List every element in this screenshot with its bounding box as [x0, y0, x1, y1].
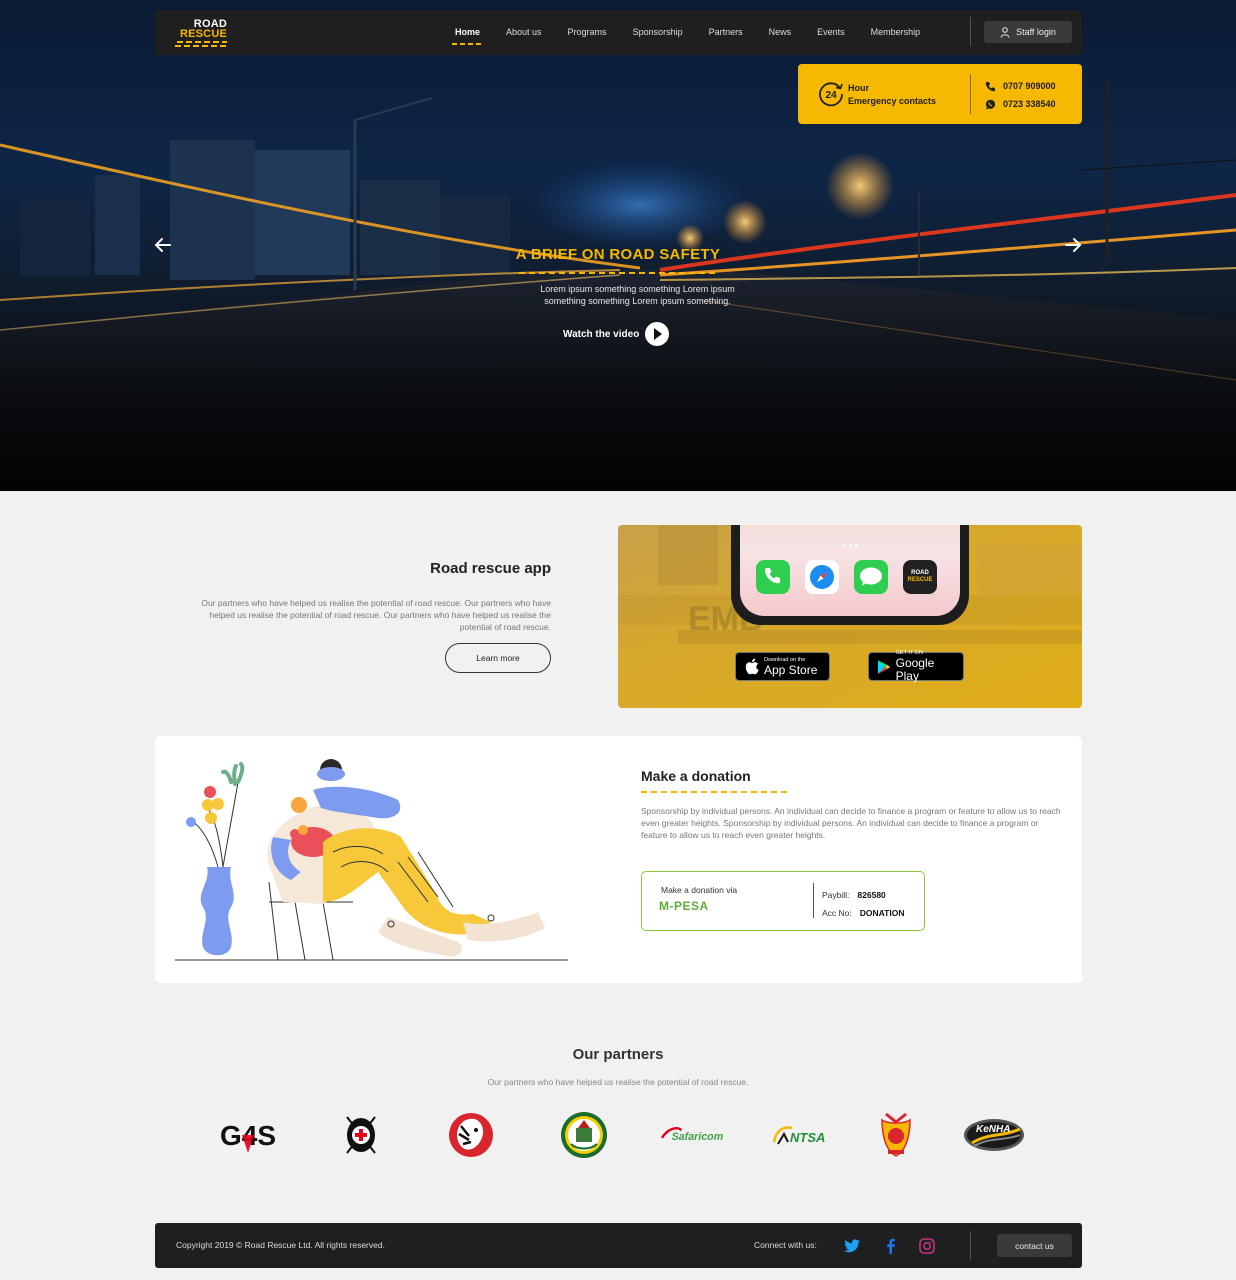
road-rescue-logo[interactable]: ROAD RESCUE	[175, 18, 235, 48]
hero-title: A BRIEF ON ROAD SAFETY	[515, 246, 721, 263]
nav-home[interactable]: Home	[451, 10, 484, 55]
phone-mockup: ROAD RESCUE	[731, 525, 969, 625]
mpesa-payment-info: Paybill: 826580 Acc No: DONATION	[822, 886, 904, 922]
twitter-icon[interactable]	[843, 1237, 861, 1255]
hero-section: ROAD RESCUE Home About us Programs Spons…	[0, 0, 1236, 491]
instagram-icon[interactable]	[918, 1237, 936, 1255]
carousel-prev-arrow-icon[interactable]	[154, 236, 172, 254]
play-icon	[645, 322, 670, 346]
partner-county-seal-logo[interactable]	[551, 1110, 617, 1160]
safari-app-icon	[805, 560, 839, 594]
whatsapp-number: 0723 338540	[1003, 99, 1056, 109]
nav-about-us[interactable]: About us	[506, 10, 542, 55]
partner-ntsa-logo[interactable]: NTSA	[767, 1110, 833, 1160]
copyright-text: Copyright 2019 © Road Rescue Ltd. All ri…	[176, 1240, 385, 1250]
staff-login-button[interactable]: Staff login	[984, 21, 1072, 43]
apple-icon	[745, 658, 759, 675]
24-hour-icon: 24	[819, 82, 843, 107]
mpesa-divider	[813, 883, 814, 918]
partners-title: Our partners	[572, 1046, 664, 1063]
app-icon-line-1: ROAD	[911, 570, 929, 576]
emergency-contacts-box: 24 Hour Emergency contacts 0707 909000 0…	[798, 64, 1082, 124]
messages-app-icon	[854, 560, 888, 594]
user-icon	[1000, 26, 1010, 38]
svg-text:NTSA: NTSA	[790, 1130, 825, 1145]
partner-g4s-logo[interactable]: G4S	[216, 1110, 282, 1160]
road-rescue-app-icon: ROAD RESCUE	[903, 560, 937, 594]
app-section-description: Our partners who have helped us realise …	[201, 598, 551, 632]
partner-kenha-logo[interactable]: KeNHA	[961, 1110, 1027, 1160]
nav-news[interactable]: News	[769, 10, 792, 55]
hero-subtitle: Lorem ipsum something something Lorem ip…	[540, 284, 735, 306]
watch-video-label: Watch the video	[563, 328, 640, 340]
partner-safaricom-logo[interactable]: Safaricom	[660, 1110, 726, 1160]
donation-title-underline	[641, 791, 789, 793]
app-store-big-label: App Store	[764, 662, 818, 677]
google-play-button[interactable]: GET IT ON Google Play	[868, 650, 964, 683]
phone-app-icon	[756, 560, 790, 594]
page-dots	[843, 544, 858, 547]
contact-us-button[interactable]: contact us	[997, 1234, 1072, 1257]
emergency-line-2: Emergency contacts	[848, 96, 937, 106]
watch-video-button[interactable]: Watch the video	[563, 322, 670, 346]
24-hour-badge: 24	[825, 90, 837, 101]
emergency-label: Hour Emergency contacts	[848, 82, 936, 108]
nav-links: Home About us Programs Sponsorship Partn…	[451, 10, 946, 55]
svg-text:KeNHA: KeNHA	[976, 1124, 1010, 1135]
nav-programs[interactable]: Programs	[568, 10, 607, 55]
carousel-next-arrow-icon[interactable]	[1064, 236, 1082, 254]
footer: Copyright 2019 © Road Rescue Ltd. All ri…	[155, 1223, 1082, 1268]
phone-icon	[985, 81, 995, 91]
logo-dash	[177, 41, 227, 43]
svg-text:Safaricom: Safaricom	[672, 1131, 724, 1143]
emergency-divider	[970, 74, 971, 114]
connect-with-us-label: Connect with us:	[754, 1240, 817, 1250]
emergency-line-1: Hour	[848, 83, 869, 93]
whatsapp-contact[interactable]: 0723 338540	[985, 95, 1056, 113]
footer-divider	[970, 1231, 971, 1260]
phone-number: 0707 909000	[1003, 81, 1056, 91]
logo-dash	[175, 45, 229, 47]
partners-description: Our partners who have helped us realise …	[487, 1077, 749, 1087]
paybill-number: 826580	[857, 890, 886, 900]
donation-card: Make a donation Sponsorship by individua…	[155, 736, 1082, 983]
app-store-button[interactable]: Download on the App Store	[735, 652, 830, 681]
phone-screen: ROAD RESCUE	[740, 525, 960, 616]
partner-lion-logo[interactable]	[438, 1110, 504, 1160]
paybill-label: Paybill:	[822, 890, 850, 900]
donation-title: Make a donation	[641, 768, 751, 784]
google-play-icon	[877, 659, 891, 674]
account-label: Acc No:	[822, 908, 852, 918]
phone-contact[interactable]: 0707 909000	[985, 77, 1056, 95]
partner-red-cross-logo[interactable]	[328, 1110, 394, 1160]
nav-membership[interactable]: Membership	[871, 10, 921, 55]
nav-events[interactable]: Events	[817, 10, 845, 55]
hero-title-underline	[519, 272, 717, 274]
app-icon-line-2: RESCUE	[907, 577, 933, 583]
mpesa-donation-box: Make a donation via M-PESA Paybill: 82658…	[641, 871, 925, 931]
whatsapp-icon	[985, 99, 996, 110]
staff-login-label: Staff login	[1016, 27, 1056, 37]
emergency-phones: 0707 909000 0723 338540	[985, 77, 1056, 113]
google-play-big-label: Google Play	[895, 656, 935, 683]
nav-partners[interactable]: Partners	[709, 10, 743, 55]
account-number: DONATION	[859, 908, 905, 918]
app-promo-card: EMB ROAD RESCUE Download on the App Stor…	[618, 525, 1082, 708]
facebook-icon[interactable]	[882, 1237, 900, 1255]
app-section-title: Road rescue app	[430, 560, 551, 577]
mpesa-logo: M-PESA	[659, 899, 709, 913]
logo-line-2: RESCUE	[179, 28, 227, 40]
donation-description: Sponsorship by individual persons. An in…	[641, 806, 1061, 840]
donation-illustration	[175, 759, 568, 961]
mpesa-via-label: Make a donation via	[661, 885, 738, 895]
learn-more-button[interactable]: Learn more	[445, 643, 551, 673]
top-navbar: ROAD RESCUE Home About us Programs Spons…	[155, 10, 1082, 55]
partner-fire-service-logo[interactable]	[863, 1110, 929, 1160]
nav-divider	[970, 17, 971, 46]
nav-sponsorship[interactable]: Sponsorship	[633, 10, 683, 55]
